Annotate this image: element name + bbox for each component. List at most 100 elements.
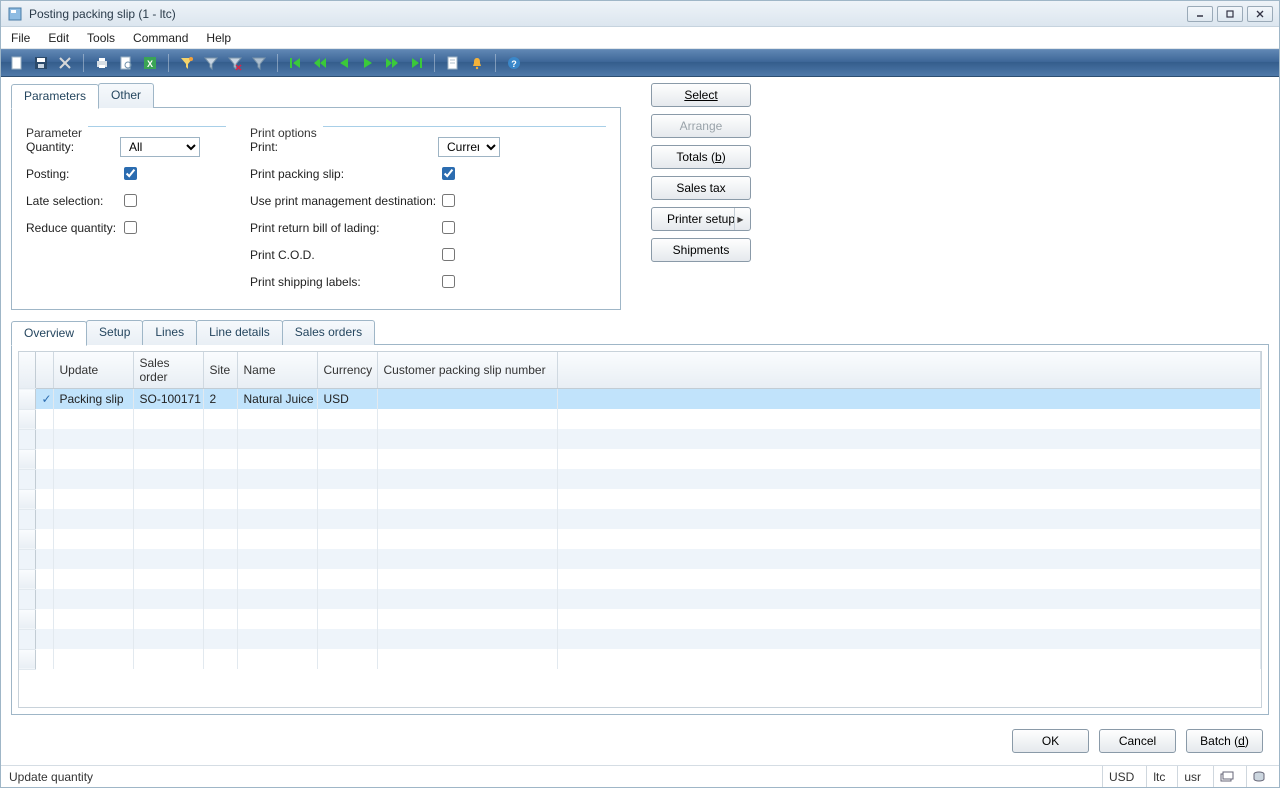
side-buttons: Select Arrange Totals (b) Sales tax Prin…: [651, 83, 751, 262]
table-row[interactable]: [19, 569, 1261, 589]
tab-line-details[interactable]: Line details: [196, 320, 283, 345]
menu-tools[interactable]: Tools: [87, 31, 115, 45]
table-row[interactable]: [19, 469, 1261, 489]
print-shipping-labels-checkbox[interactable]: [442, 275, 455, 288]
row-handle[interactable]: [19, 389, 35, 410]
tab-parameters[interactable]: Parameters: [11, 84, 99, 109]
menu-help[interactable]: Help: [206, 31, 231, 45]
alert-icon[interactable]: [467, 53, 487, 73]
overview-grid[interactable]: Update Sales order Site Name Currency Cu…: [19, 352, 1261, 670]
delete-icon[interactable]: [55, 53, 75, 73]
quantity-select[interactable]: All: [120, 137, 200, 157]
tab-overview[interactable]: Overview: [11, 321, 87, 346]
cell-name[interactable]: Natural Juice: [237, 389, 317, 410]
document-handling-icon[interactable]: [443, 53, 463, 73]
row-handle[interactable]: [19, 589, 35, 609]
label-reduce-quantity: Reduce quantity:: [26, 221, 120, 235]
header-site[interactable]: Site: [203, 352, 237, 389]
row-handle[interactable]: [19, 629, 35, 649]
print-packing-slip-checkbox[interactable]: [442, 167, 455, 180]
menu-edit[interactable]: Edit: [48, 31, 69, 45]
ok-button[interactable]: OK: [1012, 729, 1089, 753]
tab-setup[interactable]: Setup: [86, 320, 143, 345]
print-icon[interactable]: [92, 53, 112, 73]
status-layer-icon[interactable]: [1213, 766, 1240, 787]
batch-button[interactable]: Batch (d): [1186, 729, 1263, 753]
use-print-mgmt-checkbox[interactable]: [442, 194, 455, 207]
row-handle[interactable]: [19, 409, 35, 429]
row-handle[interactable]: [19, 449, 35, 469]
maximize-button[interactable]: [1217, 6, 1243, 22]
printer-setup-button[interactable]: Printer setup▶: [651, 207, 751, 231]
return-bol-checkbox[interactable]: [442, 221, 455, 234]
new-icon[interactable]: [7, 53, 27, 73]
row-handle[interactable]: [19, 569, 35, 589]
save-icon[interactable]: [31, 53, 51, 73]
prev-page-icon[interactable]: [310, 53, 330, 73]
table-row[interactable]: [19, 489, 1261, 509]
header-cust-slip[interactable]: Customer packing slip number: [377, 352, 557, 389]
tab-other[interactable]: Other: [98, 83, 154, 108]
help-icon[interactable]: ?: [504, 53, 524, 73]
next-page-icon[interactable]: [382, 53, 402, 73]
sales-tax-button[interactable]: Sales tax: [651, 176, 751, 200]
last-record-icon[interactable]: [406, 53, 426, 73]
row-check-icon[interactable]: ✓: [35, 389, 53, 410]
close-button[interactable]: [1247, 6, 1273, 22]
clear-filter-icon[interactable]: [225, 53, 245, 73]
header-name[interactable]: Name: [237, 352, 317, 389]
next-record-icon[interactable]: [358, 53, 378, 73]
table-row[interactable]: [19, 589, 1261, 609]
posting-checkbox[interactable]: [124, 167, 137, 180]
table-row[interactable]: [19, 449, 1261, 469]
filter-grid-icon[interactable]: [249, 53, 269, 73]
print-preview-icon[interactable]: [116, 53, 136, 73]
table-row[interactable]: [19, 409, 1261, 429]
tab-sales-orders[interactable]: Sales orders: [282, 320, 375, 345]
table-row[interactable]: [19, 629, 1261, 649]
row-handle[interactable]: [19, 429, 35, 449]
row-handle[interactable]: [19, 529, 35, 549]
table-row[interactable]: [19, 649, 1261, 669]
select-button[interactable]: Select: [651, 83, 751, 107]
filter-by-field-icon[interactable]: [201, 53, 221, 73]
header-update[interactable]: Update: [53, 352, 133, 389]
table-row[interactable]: [19, 509, 1261, 529]
tab-lines[interactable]: Lines: [142, 320, 197, 345]
table-row[interactable]: [19, 609, 1261, 629]
prev-record-icon[interactable]: [334, 53, 354, 73]
table-row[interactable]: [19, 429, 1261, 449]
shipments-button[interactable]: Shipments: [651, 238, 751, 262]
minimize-button[interactable]: [1187, 6, 1213, 22]
totals-button[interactable]: Totals (b): [651, 145, 751, 169]
cell-site[interactable]: 2: [203, 389, 237, 410]
row-handle[interactable]: [19, 509, 35, 529]
row-handle[interactable]: [19, 549, 35, 569]
header-sales-order[interactable]: Sales order: [133, 352, 203, 389]
cancel-button[interactable]: Cancel: [1099, 729, 1176, 753]
table-row[interactable]: [19, 529, 1261, 549]
cell-cust-slip[interactable]: [377, 389, 557, 410]
table-row[interactable]: [19, 549, 1261, 569]
header-check[interactable]: [35, 352, 53, 389]
status-db-icon[interactable]: [1246, 766, 1271, 787]
header-currency[interactable]: Currency: [317, 352, 377, 389]
row-handle[interactable]: [19, 469, 35, 489]
cell-update[interactable]: Packing slip: [53, 389, 133, 410]
print-select[interactable]: Current: [438, 137, 500, 157]
cell-currency[interactable]: USD: [317, 389, 377, 410]
row-handle[interactable]: [19, 609, 35, 629]
cell-sales-order[interactable]: SO-100171: [133, 389, 203, 410]
filter-by-selection-icon[interactable]: [177, 53, 197, 73]
late-selection-checkbox[interactable]: [124, 194, 137, 207]
first-record-icon[interactable]: [286, 53, 306, 73]
table-row[interactable]: ✓Packing slipSO-1001712Natural JuiceUSD: [19, 389, 1261, 410]
row-handle[interactable]: [19, 649, 35, 669]
menu-command[interactable]: Command: [133, 31, 188, 45]
reduce-quantity-checkbox[interactable]: [124, 221, 137, 234]
export-excel-icon[interactable]: X: [140, 53, 160, 73]
arrange-button[interactable]: Arrange: [651, 114, 751, 138]
row-handle[interactable]: [19, 489, 35, 509]
menu-file[interactable]: File: [11, 31, 30, 45]
print-cod-checkbox[interactable]: [442, 248, 455, 261]
